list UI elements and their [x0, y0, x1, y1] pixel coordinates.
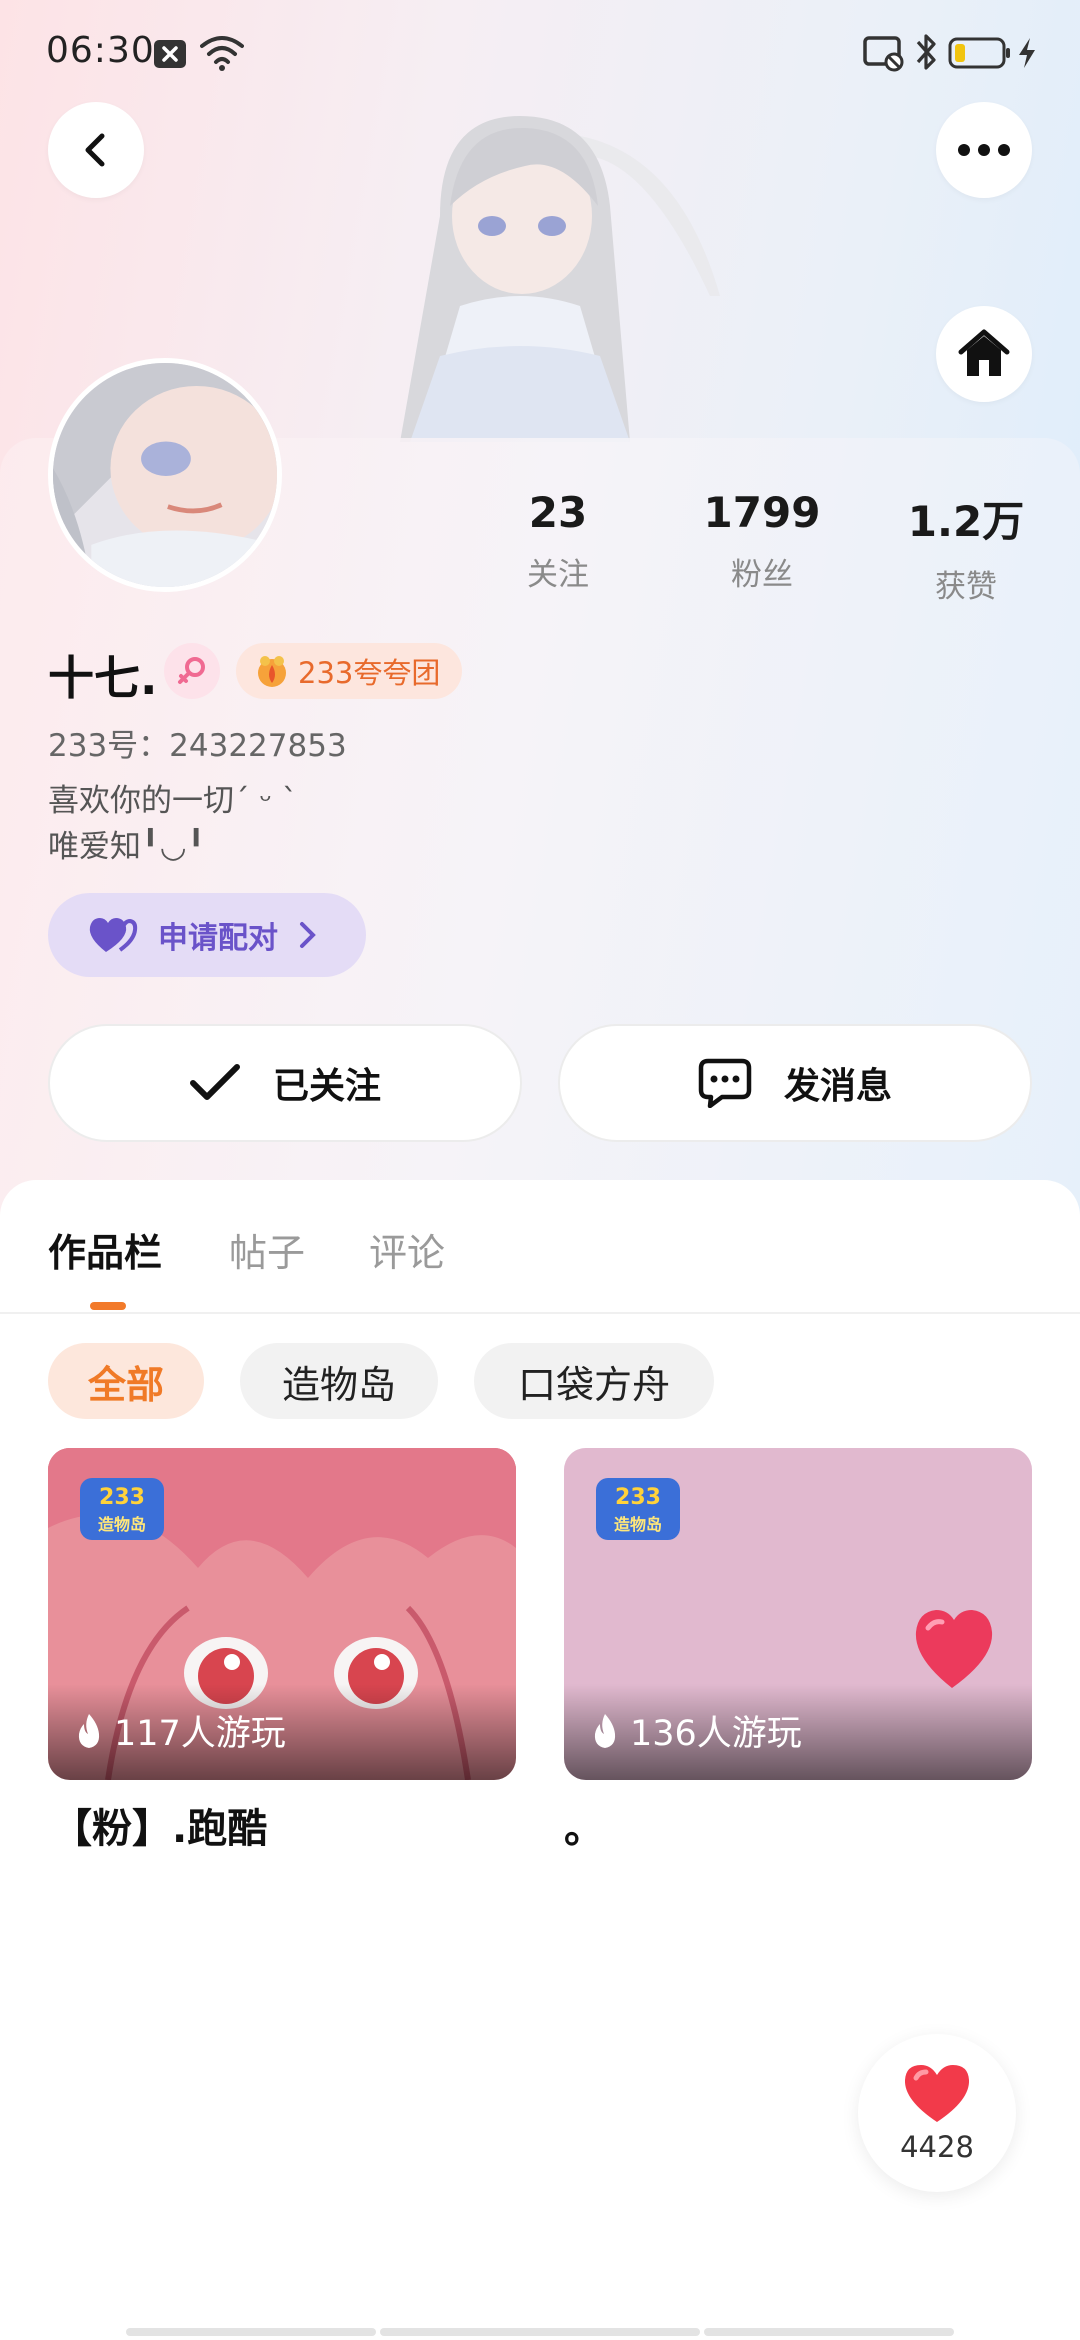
flame-icon — [78, 1713, 100, 1748]
like-count: 4428 — [900, 2130, 974, 2164]
home-button[interactable] — [936, 306, 1032, 402]
work-card[interactable]: 233 造物岛 117人游玩 — [48, 1448, 516, 1780]
stat-fans-label: 粉丝 — [731, 557, 793, 593]
more-dots-icon — [958, 144, 1010, 156]
wifi-icon — [200, 36, 244, 71]
svg-text:233: 233 — [99, 1485, 145, 1510]
work-title[interactable]: 【粉】.跑酷 — [52, 1796, 267, 1854]
tab-active-indicator — [90, 1302, 126, 1310]
club-flame-icon — [258, 656, 286, 687]
creation-island-logo: 233 造物岛 — [596, 1478, 680, 1540]
stat-following[interactable]: 23 关注 — [478, 488, 638, 594]
stat-fans[interactable]: 1799 粉丝 — [682, 488, 842, 594]
status-time: 06:30 — [46, 30, 155, 71]
check-icon — [189, 1064, 240, 1100]
chevron-right-icon — [300, 922, 316, 948]
stat-likes-label: 获赞 — [935, 569, 997, 605]
cast-off-icon — [863, 36, 904, 72]
send-message-label: 发消息 — [783, 1066, 892, 1107]
creation-island-logo: 233 造物岛 — [80, 1478, 164, 1540]
chat-bubble-icon — [698, 1058, 752, 1108]
notification-x-icon — [154, 40, 186, 68]
bio-line: 唯爱知╹◡╹ — [48, 829, 206, 865]
flame-icon — [594, 1713, 616, 1748]
stat-following-label: 关注 — [527, 557, 589, 593]
like-fab[interactable]: 4428 — [858, 2034, 1016, 2192]
gesture-bar — [126, 2328, 376, 2336]
bio: 喜欢你的一切ˊ ᵕ ˋ 唯爱知╹◡╹ — [48, 778, 298, 870]
tab-divider — [0, 1312, 1080, 1314]
followed-button[interactable]: 已关注 — [48, 1024, 522, 1142]
status-bar: 06:30 — [0, 0, 1080, 110]
female-icon — [178, 657, 205, 684]
username: 十七. — [48, 651, 158, 705]
filter-creation-island[interactable]: 造物岛 — [240, 1343, 438, 1419]
tab-works[interactable]: 作品栏 — [48, 1222, 162, 1277]
play-count-label: 136人游玩 — [630, 1714, 802, 1754]
back-chevron-icon — [85, 133, 105, 167]
charging-icon — [1019, 38, 1035, 68]
back-button[interactable] — [48, 102, 144, 198]
gesture-bar — [704, 2328, 954, 2336]
profile-page: 06:30 23 关注 1799 粉丝 1.2万 获赞 十七. 233夸夸团 2… — [0, 0, 1080, 2340]
svg-text:造物岛: 造物岛 — [614, 1515, 662, 1534]
play-count: 136人游玩 — [590, 1705, 802, 1756]
stat-likes-value: 1.2万 — [907, 497, 1025, 546]
club-badge[interactable]: 233夸夸团 — [236, 643, 463, 699]
svg-text:造物岛: 造物岛 — [98, 1515, 146, 1534]
bluetooth-icon — [916, 34, 936, 70]
club-badge-label: 233夸夸团 — [298, 656, 441, 690]
stat-likes[interactable]: 1.2万 获赞 — [886, 488, 1046, 606]
more-button[interactable] — [936, 102, 1032, 198]
character-model-image — [400, 116, 720, 442]
filter-all[interactable]: 全部 — [48, 1343, 204, 1419]
gender-badge — [164, 643, 220, 699]
heart-icon — [904, 2065, 970, 2122]
home-icon — [958, 329, 1010, 376]
tab-comments[interactable]: 评论 — [369, 1222, 445, 1277]
user-id: 233号：243227853 — [48, 728, 347, 764]
svg-text:233: 233 — [615, 1485, 661, 1510]
pair-request-label: 申请配对 — [158, 921, 278, 956]
avatar[interactable] — [48, 358, 282, 592]
gesture-bar — [380, 2328, 700, 2336]
work-title[interactable]: 。 — [564, 1796, 604, 1854]
filter-pocket-ark[interactable]: 口袋方舟 — [474, 1343, 714, 1419]
play-count: 117人游玩 — [74, 1705, 286, 1756]
bio-line: 喜欢你的一切ˊ ᵕ ˋ — [48, 783, 298, 819]
play-count-label: 117人游玩 — [114, 1714, 286, 1754]
stat-fans-value: 1799 — [703, 488, 821, 537]
tab-posts[interactable]: 帖子 — [229, 1222, 305, 1277]
send-message-button[interactable]: 发消息 — [558, 1024, 1032, 1142]
stat-following-value: 23 — [528, 488, 588, 537]
work-card[interactable]: 233 造物岛 136人游玩 — [564, 1448, 1032, 1780]
battery-low-icon — [948, 37, 1010, 69]
double-heart-icon — [89, 918, 138, 952]
followed-label: 已关注 — [272, 1066, 381, 1107]
pair-request-button[interactable]: 申请配对 — [48, 893, 366, 977]
